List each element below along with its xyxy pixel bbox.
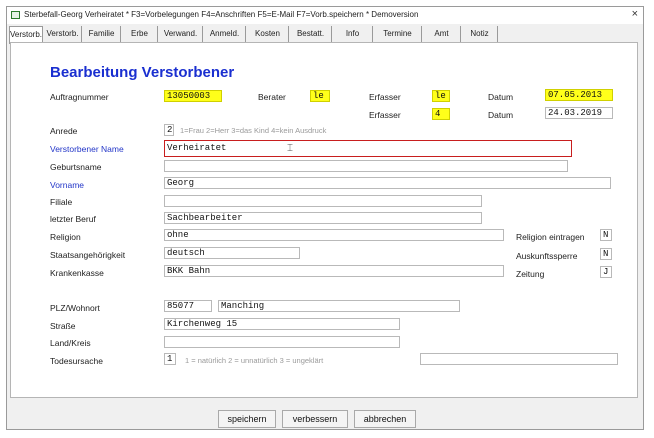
- tab-bestatt[interactable]: Bestatt.: [290, 26, 332, 42]
- strasse-label: Straße: [50, 321, 76, 331]
- name-field[interactable]: Verheiratet: [164, 140, 572, 157]
- tab-info[interactable]: Info: [333, 26, 373, 42]
- erfasser-field[interactable]: le: [432, 90, 450, 102]
- filiale-field[interactable]: [164, 195, 482, 207]
- geburtsname-label: Geburtsname: [50, 162, 102, 172]
- title-bar[interactable]: Sterbefall-Georg Verheiratet * F3=Vorbel…: [7, 7, 643, 24]
- land-field[interactable]: [164, 336, 400, 348]
- berater-label: Berater: [258, 92, 286, 102]
- religion-eintragen-label: Religion eintragen: [516, 232, 585, 242]
- land-label: Land/Kreis: [50, 338, 91, 348]
- zeitung-field[interactable]: J: [600, 266, 612, 278]
- erfasser2-label: Erfasser: [369, 110, 401, 120]
- auftrag-label: Auftragnummer: [50, 92, 109, 102]
- staat-field[interactable]: deutsch: [164, 247, 300, 259]
- plz-field[interactable]: 85077: [164, 300, 212, 312]
- datum2-label: Datum: [488, 110, 514, 120]
- anrede-label: Anrede: [50, 126, 78, 136]
- tod-label: Todesursache: [50, 356, 103, 366]
- tab-anmeld[interactable]: Anmeld.: [204, 26, 246, 42]
- cancel-button[interactable]: abbrechen: [354, 410, 416, 428]
- tab-familie[interactable]: Familie: [83, 26, 121, 42]
- berater-field[interactable]: le: [310, 90, 330, 102]
- staat-label: Staatsangehörigkeit: [50, 250, 126, 260]
- vorname-label: Vorname: [50, 180, 85, 190]
- auskunft-field[interactable]: N: [600, 248, 612, 260]
- religion-field[interactable]: ohne: [164, 229, 504, 241]
- beruf-field[interactable]: Sachbearbeiter: [164, 212, 482, 224]
- erfasser-label: Erfasser: [369, 92, 401, 102]
- religion-eintragen-field[interactable]: N: [600, 229, 612, 241]
- text-cursor-icon: ⌶: [287, 143, 293, 154]
- strasse-field[interactable]: Kirchenweg 15: [164, 318, 400, 330]
- kasse-field[interactable]: BKK Bahn: [164, 265, 504, 277]
- tod-extra-field[interactable]: [420, 353, 618, 365]
- vorname-field[interactable]: Georg: [164, 177, 611, 189]
- datum-label: Datum: [488, 92, 514, 102]
- datum2-field[interactable]: 24.03.2019: [545, 107, 613, 119]
- tab-termine[interactable]: Termine: [374, 26, 422, 42]
- tod-field[interactable]: 1: [164, 353, 176, 365]
- plz-label: PLZ/Wohnort: [50, 303, 100, 313]
- beruf-label: letzter Beruf: [50, 214, 96, 224]
- tab-erbe[interactable]: Erbe: [122, 26, 158, 42]
- anrede-field[interactable]: 2: [164, 124, 174, 136]
- religion-label: Religion: [50, 232, 81, 242]
- tab-amt[interactable]: Amt: [423, 26, 461, 42]
- datum-field[interactable]: 07.05.2013: [545, 89, 613, 101]
- kasse-label: Krankenkasse: [50, 268, 104, 278]
- window-title: Sterbefall-Georg Verheiratet * F3=Vorbel…: [24, 10, 419, 19]
- tab-verwand[interactable]: Verwand.: [159, 26, 203, 42]
- improve-button[interactable]: verbessern: [282, 410, 348, 428]
- auskunft-label: Auskunftssperre: [516, 251, 578, 261]
- page-title: Bearbeitung Verstorbener: [50, 64, 235, 81]
- erfasser2-field[interactable]: 4: [432, 108, 450, 120]
- tod-hint: 1 = natürlich 2 = unnatürlich 3 = ungekl…: [185, 356, 324, 365]
- filiale-label: Filiale: [50, 197, 73, 207]
- tab-bar: Verstorb. Verstorb. Familie Erbe Verwand…: [7, 26, 643, 44]
- tab-kosten[interactable]: Kosten: [247, 26, 289, 42]
- geburtsname-field[interactable]: [164, 160, 568, 172]
- auftrag-field[interactable]: 13050003: [164, 90, 222, 102]
- tab-notiz[interactable]: Notiz: [462, 26, 498, 42]
- save-button[interactable]: speichern: [218, 410, 276, 428]
- anrede-hint: 1=Frau 2=Herr 3=das Kind 4=kein Ausdruck: [180, 126, 327, 135]
- name-label: Verstorbener Name: [50, 144, 124, 154]
- zeitung-label: Zeitung: [516, 269, 545, 279]
- tab-verstorb-2[interactable]: Verstorb.: [44, 26, 82, 42]
- ort-field[interactable]: Manching: [218, 300, 460, 312]
- app-icon: [11, 11, 20, 19]
- close-button[interactable]: ×: [632, 8, 638, 20]
